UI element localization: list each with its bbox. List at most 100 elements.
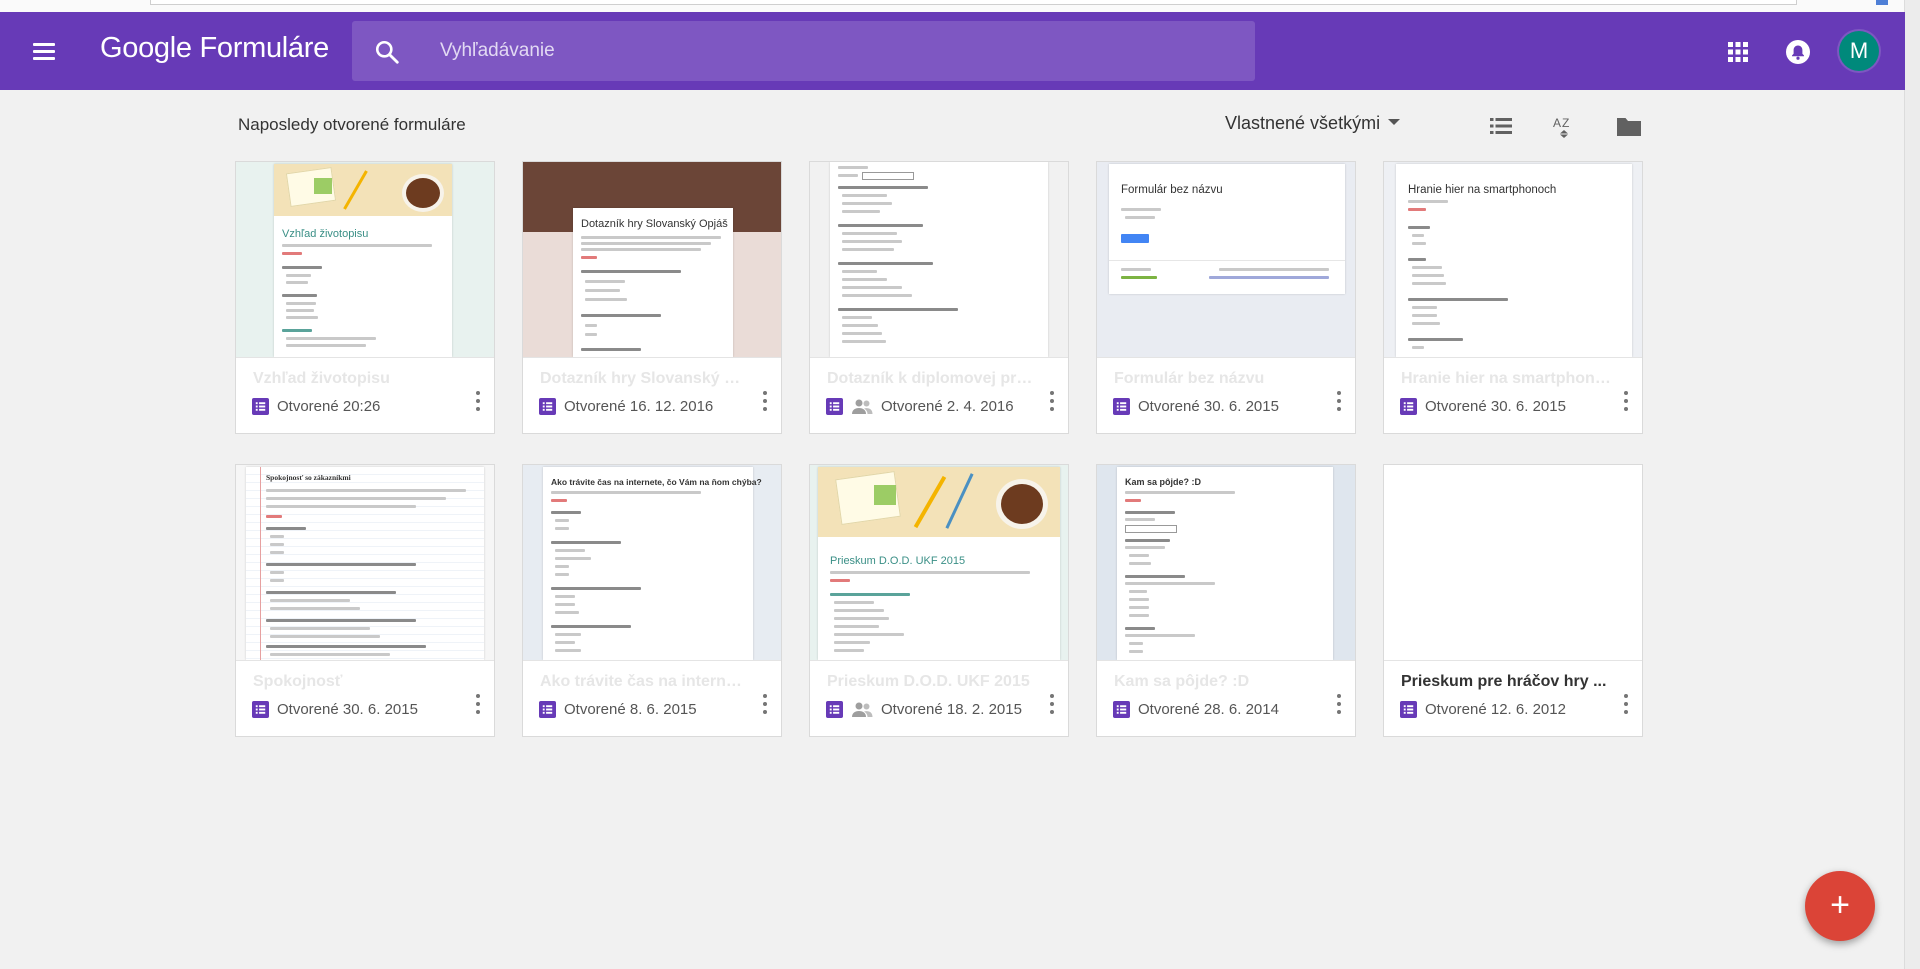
form-meta: Otvorené 30. 6. 2015 xyxy=(252,699,418,719)
form-thumbnail xyxy=(810,162,1068,358)
main-menu-button[interactable] xyxy=(28,36,62,66)
form-card[interactable]: Formulár bez názvu Formulár bez názvu Ot… xyxy=(1096,161,1356,434)
owner-filter-label: Vlastnené všetkými xyxy=(1225,113,1381,133)
product-name: Formuláre xyxy=(199,32,329,64)
more-vert-icon[interactable] xyxy=(1335,388,1343,414)
search-icon[interactable] xyxy=(374,39,400,65)
menu-icon-bar xyxy=(33,57,55,60)
svg-text:Z: Z xyxy=(1562,116,1569,130)
form-card[interactable]: Vzhľad životopisu Vzhľad životopisu Otvo… xyxy=(235,161,495,434)
thumb-title: Spokojnosť so zákazníkmi xyxy=(266,473,351,482)
svg-text:A: A xyxy=(1553,116,1561,130)
opened-date: Otvorené 16. 12. 2016 xyxy=(564,397,714,415)
shared-people-icon xyxy=(852,399,873,414)
opened-date: Otvorené 28. 6. 2014 xyxy=(1138,700,1279,718)
form-thumbnail: Spokojnosť so zákazníkmi xyxy=(236,465,494,661)
chevron-down-icon xyxy=(1388,119,1401,126)
form-icon xyxy=(826,700,843,718)
form-meta: Otvorené 16. 12. 2016 xyxy=(539,396,713,416)
more-vert-icon[interactable] xyxy=(474,691,482,717)
thumb-title: Prieskum D.O.D. UKF 2015 xyxy=(830,555,966,567)
opened-date: Otvorené 30. 6. 2015 xyxy=(277,700,418,718)
form-meta: Otvorené 28. 6. 2014 xyxy=(1113,699,1279,719)
more-vert-icon[interactable] xyxy=(474,388,482,414)
opened-date: Otvorené 30. 6. 2015 xyxy=(1138,397,1279,415)
opened-date: Otvorené 30. 6. 2015 xyxy=(1425,397,1566,415)
form-card[interactable]: Spokojnosť so zákazníkmi Spokojnosť Otvo… xyxy=(235,464,495,737)
form-icon xyxy=(1400,700,1417,718)
form-icon xyxy=(1400,397,1417,415)
form-thumbnail: Dotazník hry Slovanský Opjáš xyxy=(523,162,781,358)
search-input[interactable]: Vyhľadávanie xyxy=(440,40,555,62)
owner-filter-dropdown[interactable]: Vlastnené všetkými xyxy=(1225,113,1401,134)
form-meta: Otvorené 8. 6. 2015 xyxy=(539,699,697,719)
form-meta: Otvorené 30. 6. 2015 xyxy=(1113,396,1279,416)
thumb-title: Dotazník hry Slovanský Opjáš xyxy=(581,218,728,230)
form-thumbnail: Prieskum D.O.D. UKF 2015 xyxy=(810,465,1068,661)
opened-date: Otvorené 8. 6. 2015 xyxy=(564,700,697,718)
form-icon xyxy=(539,397,556,415)
form-card[interactable]: Hranie hier na smartphonoch Hranie hier … xyxy=(1383,161,1643,434)
form-title: Vzhľad životopisu xyxy=(253,370,390,387)
form-icon xyxy=(826,397,843,415)
apps-grid-icon[interactable] xyxy=(1726,40,1750,64)
more-vert-icon[interactable] xyxy=(1622,691,1630,717)
form-meta: Otvorené 12. 6. 2012 xyxy=(1400,699,1566,719)
create-form-button[interactable]: + xyxy=(1805,871,1875,941)
scrollbar-track[interactable] xyxy=(1904,0,1920,969)
app-bar: Google Formuláre Vyhľadávanie M xyxy=(0,12,1905,90)
form-card[interactable]: Ako trávite čas na internete, čo Vám na … xyxy=(522,464,782,737)
form-icon xyxy=(1113,397,1130,415)
form-meta: Otvorené 30. 6. 2015 xyxy=(1400,396,1566,416)
form-title: Ako trávite čas na internete, čo Vám na … xyxy=(540,673,750,690)
plus-icon: + xyxy=(1830,886,1850,924)
form-title: Dotazník hry Slovanský Opjáš xyxy=(540,370,750,387)
brand-name: Google xyxy=(100,32,192,64)
form-icon xyxy=(252,700,269,718)
list-view-icon[interactable] xyxy=(1488,113,1514,139)
form-card[interactable]: Prieskum D.O.D. UKF 2015 Prieskum D.O.D.… xyxy=(809,464,1069,737)
search-box[interactable]: Vyhľadávanie xyxy=(352,21,1255,81)
form-title: Spokojnosť xyxy=(253,673,343,690)
form-thumbnail: Kam sa pôjde? :D xyxy=(1097,465,1355,661)
form-title: Hranie hier na smartphonoch xyxy=(1401,370,1611,387)
form-card[interactable]: Dotazník k diplomovej práci Otvorené 2. … xyxy=(809,161,1069,434)
form-meta: Otvorené 20:26 xyxy=(252,396,380,416)
form-card[interactable]: Dotazník hry Slovanský Opjáš Dotazník hr… xyxy=(522,161,782,434)
thumb-title: Formulár bez názvu xyxy=(1121,184,1223,196)
app-logo[interactable]: Google Formuláre xyxy=(100,32,329,65)
form-meta: Otvorené 18. 2. 2015 xyxy=(826,699,1022,719)
thumb-title: Kam sa pôjde? :D xyxy=(1125,477,1202,487)
more-vert-icon[interactable] xyxy=(761,691,769,717)
thumb-title: Ako trávite čas na internete, čo Vám na … xyxy=(551,477,762,487)
form-thumbnail: Hranie hier na smartphonoch xyxy=(1384,162,1642,358)
more-vert-icon[interactable] xyxy=(1048,388,1056,414)
form-card[interactable]: Prieskum pre hráčov hry ... Otvorené 12.… xyxy=(1383,464,1643,737)
form-thumbnail: Formulár bez názvu xyxy=(1097,162,1355,358)
shared-people-icon xyxy=(852,702,873,717)
form-title: Prieskum D.O.D. UKF 2015 xyxy=(827,673,1030,690)
more-vert-icon[interactable] xyxy=(1335,691,1343,717)
sort-az-icon[interactable]: A Z xyxy=(1551,113,1577,139)
form-card[interactable]: Kam sa pôjde? :D Kam sa pôjde?:D Otvore… xyxy=(1096,464,1356,737)
form-icon xyxy=(539,700,556,718)
form-meta: Otvorené 2. 4. 2016 xyxy=(826,396,1014,416)
form-title: Dotazník k diplomovej práci xyxy=(827,370,1037,387)
form-thumbnail xyxy=(1384,465,1642,661)
form-title: Kam sa pôjde? :D xyxy=(1114,673,1250,690)
more-vert-icon[interactable] xyxy=(761,388,769,414)
folder-icon[interactable] xyxy=(1615,113,1643,139)
menu-icon-bar xyxy=(33,50,55,53)
form-icon xyxy=(252,397,269,415)
form-icon xyxy=(1113,700,1130,718)
form-thumbnail: Vzhľad životopisu xyxy=(236,162,494,358)
extension-icon xyxy=(1876,0,1888,5)
bell-icon[interactable] xyxy=(1784,38,1812,66)
avatar[interactable]: M xyxy=(1839,31,1879,71)
section-title: Naposledy otvorené formuláre xyxy=(238,115,466,134)
more-vert-icon[interactable] xyxy=(1048,691,1056,717)
more-vert-icon[interactable] xyxy=(1622,388,1630,414)
opened-date: Otvorené 2. 4. 2016 xyxy=(881,397,1014,415)
form-title: Prieskum pre hráčov hry ... xyxy=(1401,673,1607,690)
address-bar-edge xyxy=(150,0,1797,5)
